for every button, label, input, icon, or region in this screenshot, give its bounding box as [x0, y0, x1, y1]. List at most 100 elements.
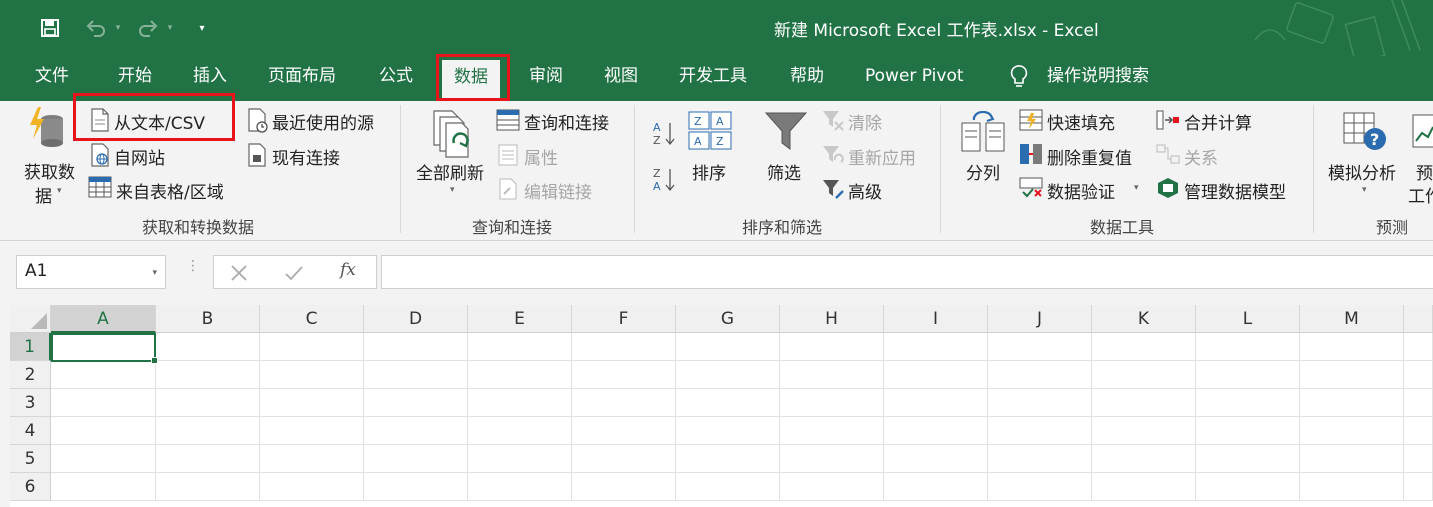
- cell[interactable]: [1300, 417, 1404, 445]
- cell[interactable]: [780, 445, 884, 473]
- column-header-k[interactable]: K: [1092, 305, 1196, 333]
- undo-icon[interactable]: [82, 14, 110, 42]
- cell[interactable]: [364, 389, 468, 417]
- cell[interactable]: [51, 445, 156, 473]
- cell[interactable]: [364, 361, 468, 389]
- enter-icon[interactable]: [284, 264, 304, 282]
- cell[interactable]: [1092, 417, 1196, 445]
- insert-function-icon[interactable]: fx: [340, 260, 356, 280]
- cell[interactable]: [676, 361, 780, 389]
- name-box[interactable]: A1 ▾: [16, 255, 166, 289]
- cell[interactable]: [676, 473, 780, 501]
- cell[interactable]: [51, 417, 156, 445]
- advanced-button[interactable]: 高级: [848, 178, 882, 203]
- cell[interactable]: [676, 333, 780, 361]
- active-cell-a1[interactable]: [51, 333, 158, 364]
- tab-view[interactable]: 视图: [604, 56, 638, 101]
- row-header-1[interactable]: 1: [10, 333, 51, 361]
- cell[interactable]: [1300, 333, 1404, 361]
- column-header-i[interactable]: I: [884, 305, 988, 333]
- cell[interactable]: [156, 389, 260, 417]
- refresh-all-dropdown-icon[interactable]: ▾: [450, 185, 455, 195]
- cell[interactable]: [1404, 361, 1433, 389]
- cell[interactable]: [1404, 333, 1433, 361]
- tab-data[interactable]: 数据: [442, 60, 500, 101]
- from-text-csv-button[interactable]: 从文本/CSV: [114, 109, 205, 134]
- cell[interactable]: [676, 389, 780, 417]
- save-icon[interactable]: [36, 14, 64, 42]
- cell[interactable]: [884, 473, 988, 501]
- get-data-dropdown-icon[interactable]: ▾: [57, 186, 62, 196]
- cell[interactable]: [1196, 333, 1300, 361]
- cell[interactable]: [572, 445, 676, 473]
- clear-button[interactable]: 清除: [848, 109, 882, 134]
- cell[interactable]: [780, 333, 884, 361]
- cell[interactable]: [988, 361, 1092, 389]
- forecast-sheet-button-2[interactable]: 工作: [1408, 182, 1433, 207]
- cell[interactable]: [468, 473, 572, 501]
- cell[interactable]: [988, 445, 1092, 473]
- tab-help[interactable]: 帮助: [790, 56, 824, 101]
- cell[interactable]: [780, 473, 884, 501]
- cell[interactable]: [1092, 361, 1196, 389]
- tab-insert[interactable]: 插入: [193, 56, 227, 101]
- cell[interactable]: [884, 445, 988, 473]
- row-header-4[interactable]: 4: [10, 417, 51, 445]
- cell[interactable]: [1300, 445, 1404, 473]
- row-header-6[interactable]: 6: [10, 473, 51, 501]
- column-header-e[interactable]: E: [468, 305, 572, 333]
- cell[interactable]: [1196, 445, 1300, 473]
- cell[interactable]: [1404, 417, 1433, 445]
- row-header-3[interactable]: 3: [10, 389, 51, 417]
- name-box-dropdown-icon[interactable]: ▾: [152, 268, 157, 278]
- consolidate-button[interactable]: 合并计算: [1184, 109, 1252, 134]
- cell[interactable]: [156, 445, 260, 473]
- tab-formulas[interactable]: 公式: [379, 56, 413, 101]
- cell[interactable]: [468, 333, 572, 361]
- row-header-5[interactable]: 5: [10, 445, 51, 473]
- column-header-h[interactable]: H: [780, 305, 884, 333]
- tab-power-pivot[interactable]: Power Pivot: [865, 56, 964, 101]
- undo-dropdown-icon[interactable]: ▾: [110, 23, 126, 33]
- cell[interactable]: [676, 445, 780, 473]
- cell[interactable]: [156, 473, 260, 501]
- redo-icon[interactable]: [134, 14, 162, 42]
- flash-fill-button[interactable]: 快速填充: [1047, 109, 1115, 134]
- cell[interactable]: [260, 417, 364, 445]
- cell[interactable]: [1300, 473, 1404, 501]
- cell[interactable]: [1196, 473, 1300, 501]
- cell[interactable]: [780, 361, 884, 389]
- existing-connections-button[interactable]: 现有连接: [272, 144, 340, 169]
- cell[interactable]: [1092, 473, 1196, 501]
- tab-review[interactable]: 审阅: [529, 56, 563, 101]
- filter-button[interactable]: 筛选: [767, 159, 801, 184]
- tab-home[interactable]: 开始: [118, 56, 152, 101]
- remove-duplicates-button[interactable]: 删除重复值: [1047, 144, 1132, 169]
- refresh-all-button[interactable]: 全部刷新: [416, 159, 484, 184]
- cell[interactable]: [780, 417, 884, 445]
- tell-me-search[interactable]: 操作说明搜索: [1047, 56, 1149, 101]
- cell[interactable]: [572, 417, 676, 445]
- column-header-a[interactable]: A: [51, 305, 156, 333]
- cancel-icon[interactable]: [230, 264, 248, 282]
- column-header-m[interactable]: M: [1300, 305, 1404, 333]
- text-to-columns-button[interactable]: 分列: [966, 159, 1000, 184]
- cell[interactable]: [156, 361, 260, 389]
- cell[interactable]: [260, 389, 364, 417]
- redo-dropdown-icon[interactable]: ▾: [162, 23, 178, 33]
- cell[interactable]: [468, 445, 572, 473]
- reapply-button[interactable]: 重新应用: [848, 144, 916, 169]
- cell[interactable]: [780, 389, 884, 417]
- cell[interactable]: [468, 389, 572, 417]
- recent-sources-button[interactable]: 最近使用的源: [272, 109, 374, 134]
- cell[interactable]: [1404, 389, 1433, 417]
- cell[interactable]: [468, 361, 572, 389]
- cell[interactable]: [1092, 333, 1196, 361]
- row-header-2[interactable]: 2: [10, 361, 51, 389]
- cell[interactable]: [572, 473, 676, 501]
- column-header-b[interactable]: B: [156, 305, 260, 333]
- manage-data-model-button[interactable]: 管理数据模型: [1184, 178, 1286, 203]
- forecast-sheet-button-1[interactable]: 预: [1416, 159, 1433, 184]
- data-validation-button[interactable]: 数据验证: [1047, 178, 1115, 203]
- column-header-l[interactable]: L: [1196, 305, 1300, 333]
